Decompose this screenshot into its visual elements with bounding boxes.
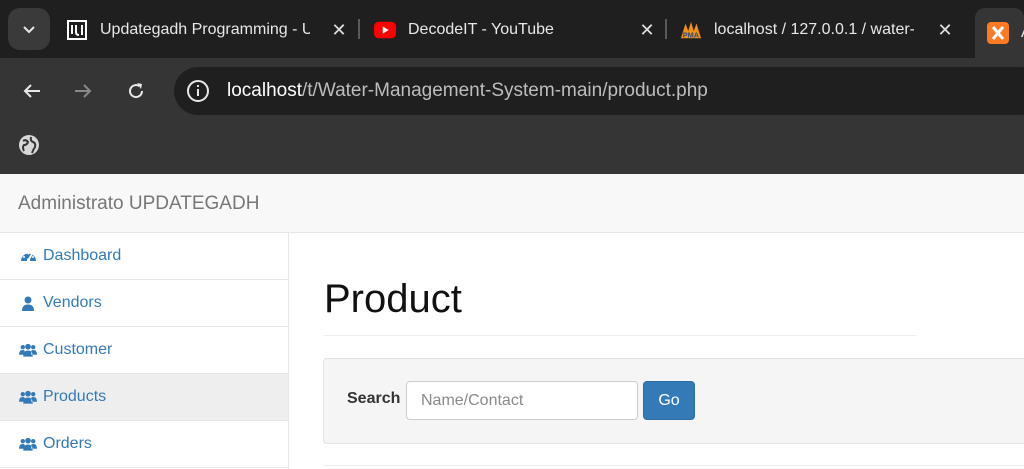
address-bar[interactable]: localhost/t/Water-Management-System-main…: [174, 67, 1024, 115]
sidebar-item-dashboard[interactable]: Dashboard: [0, 233, 288, 280]
close-tab-icon[interactable]: ✕: [934, 19, 956, 41]
browser-toolbar: localhost/t/Water-Management-System-main…: [0, 58, 1024, 124]
sidebar-item-label: Orders: [43, 435, 92, 452]
close-tab-icon[interactable]: ✕: [328, 19, 350, 41]
forward-button[interactable]: [66, 74, 100, 108]
tab-title: localhost / 127.0.0.1 / water-m: [714, 21, 914, 38]
tab-title: DecodeIT - YouTube: [408, 21, 554, 38]
users-icon: [19, 342, 37, 358]
tab-search-button[interactable]: [8, 8, 50, 50]
reload-button[interactable]: [119, 74, 153, 108]
search-input[interactable]: [406, 381, 638, 420]
bookmarks-bar: [0, 124, 1024, 174]
sidebar: Dashboard Vendors Customer Products Orde…: [0, 233, 289, 469]
back-button[interactable]: [15, 74, 49, 108]
browser-tab-xampp-active[interactable]: A: [975, 8, 1024, 58]
arrow-right-icon: [75, 84, 92, 98]
tab-title: Updategadh Programming - U: [100, 21, 310, 38]
xampp-icon: [987, 22, 1009, 44]
browser-tab-phpmyadmin[interactable]: PMA localhost / 127.0.0.1 / water-m ✕: [680, 8, 962, 52]
sidebar-item-label: Customer: [43, 341, 113, 358]
sidebar-item-label: Products: [43, 388, 107, 405]
phpmyadmin-icon: PMA: [680, 19, 702, 41]
tab-separator: [358, 19, 360, 39]
tab-separator: [665, 19, 667, 39]
content-divider: [324, 465, 1024, 466]
reload-icon: [129, 83, 144, 99]
user-icon: [19, 295, 37, 311]
arrow-left-icon: [23, 84, 40, 98]
title-divider: [324, 335, 916, 336]
users-icon: [19, 436, 37, 452]
updategadh-logo-icon: [66, 19, 88, 41]
close-tab-icon[interactable]: ✕: [636, 19, 658, 41]
sidebar-item-products[interactable]: Products: [0, 374, 288, 421]
page-title: Product: [324, 277, 462, 321]
svg-text:PMA: PMA: [683, 30, 700, 39]
sidebar-item-orders[interactable]: Orders: [0, 421, 288, 468]
youtube-icon: [374, 19, 396, 41]
chevron-down-icon: [23, 26, 35, 34]
info-icon[interactable]: [186, 79, 210, 103]
sidebar-item-customer[interactable]: Customer: [0, 327, 288, 374]
url-host: localhost: [227, 80, 302, 101]
url-path: /t/Water-Management-System-main/product.…: [302, 80, 708, 101]
url-text[interactable]: localhost/t/Water-Management-System-main…: [227, 80, 708, 102]
browser-tab-bar: Updategadh Programming - U ✕ DecodeIT - …: [0, 0, 1024, 58]
navbar-brand[interactable]: Administrato UPDATEGADH: [18, 193, 259, 215]
search-panel: Search Go: [323, 358, 1024, 444]
search-label: Search: [347, 390, 401, 407]
main-content: Product Search Go: [290, 233, 1024, 469]
sidebar-item-label: Vendors: [43, 294, 102, 311]
dashboard-icon: [19, 248, 37, 264]
web-page: Administrato UPDATEGADH Dashboard Vendor…: [0, 174, 1024, 469]
globe-icon[interactable]: [18, 134, 40, 156]
users-icon: [19, 389, 37, 405]
top-navbar: Administrato UPDATEGADH: [0, 174, 1024, 233]
go-button[interactable]: Go: [643, 381, 695, 420]
sidebar-item-vendors[interactable]: Vendors: [0, 280, 288, 327]
browser-tab-youtube[interactable]: DecodeIT - YouTube ✕: [374, 8, 664, 52]
sidebar-item-label: Dashboard: [43, 247, 122, 264]
browser-tab-updategadh[interactable]: Updategadh Programming - U ✕: [66, 8, 356, 52]
